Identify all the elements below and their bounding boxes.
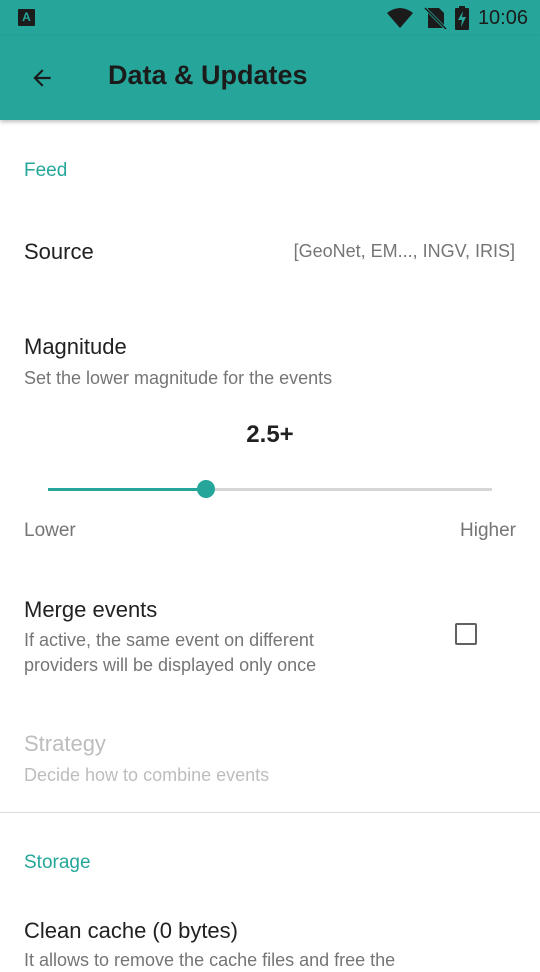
- app-bar: Data & Updates: [0, 36, 540, 120]
- merge-events-summary-line1: If active, the same event on different: [24, 630, 314, 650]
- strategy-title: Strategy: [24, 731, 106, 756]
- magnitude-summary: Set the lower magnitude for the events: [24, 368, 333, 388]
- section-divider: [0, 812, 540, 813]
- merge-events-summary-line2: providers will be displayed only once: [24, 655, 317, 675]
- strategy-summary: Decide how to combine events: [24, 765, 270, 785]
- battery-charging-icon: [454, 6, 469, 30]
- status-time: 10:06: [477, 6, 528, 29]
- clean-cache-summary: It allows to remove the cache files and …: [24, 950, 396, 970]
- section-header-storage: Storage: [24, 852, 91, 873]
- section-header-feed: Feed: [24, 160, 68, 181]
- status-icons: 10:06: [386, 6, 528, 30]
- slider-thumb[interactable]: [196, 480, 215, 498]
- merge-events-title: Merge events: [24, 597, 158, 622]
- magnitude-value: 2.5+: [246, 421, 294, 448]
- back-button[interactable]: [22, 58, 62, 98]
- arrow-back-icon: [33, 69, 51, 87]
- app-notification-icon: A: [18, 9, 35, 26]
- source-value: [GeoNet, EM..., INGV, IRIS]: [293, 241, 515, 261]
- slider-higher-label: Higher: [460, 520, 516, 541]
- no-sim-icon: [423, 6, 447, 30]
- page-title: Data & Updates: [108, 60, 308, 90]
- status-bar: A 10:06: [0, 0, 540, 36]
- slider-fill: [48, 488, 206, 491]
- magnitude-slider[interactable]: [48, 480, 492, 498]
- wifi-icon: [386, 8, 413, 28]
- merge-events-checkbox[interactable]: [455, 623, 477, 645]
- clean-cache-title: Clean cache (0 bytes): [24, 918, 238, 943]
- slider-lower-label: Lower: [24, 520, 76, 541]
- magnitude-title: Magnitude: [24, 334, 127, 359]
- source-title: Source: [24, 239, 94, 264]
